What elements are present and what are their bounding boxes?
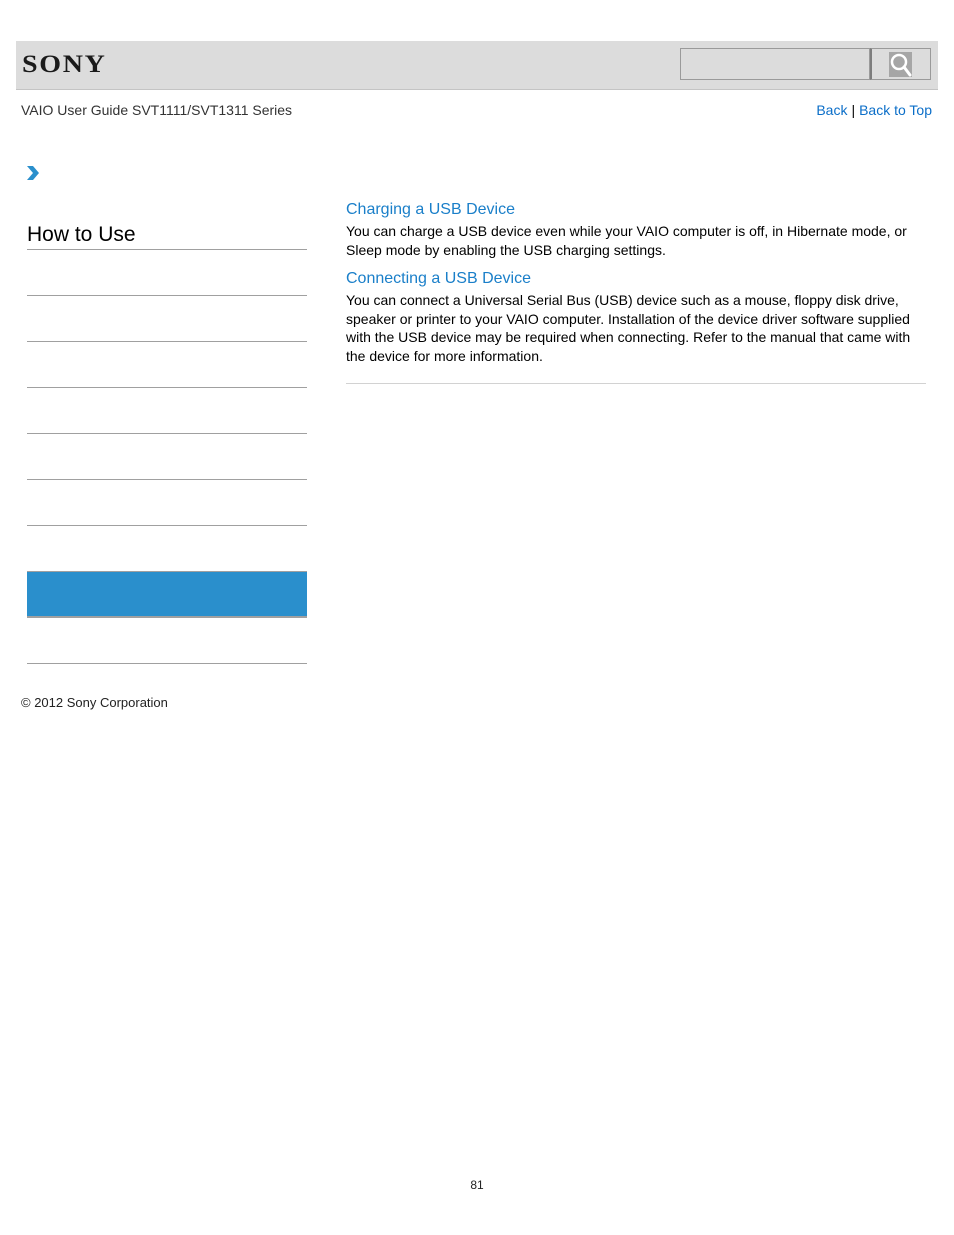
- section-description: You can charge a USB device even while y…: [346, 223, 907, 258]
- page-number: 81: [470, 1178, 484, 1192]
- section-description: You can connect a Universal Serial Bus (…: [346, 292, 911, 364]
- sidebar-item[interactable]: [27, 434, 307, 480]
- sidebar-title: How to Use: [27, 218, 307, 250]
- guide-title: VAIO User Guide SVT1111/SVT1311 Series: [21, 102, 293, 118]
- sidebar: How to Use: [27, 218, 307, 664]
- section-connecting: Connecting a USB Device You can connect …: [346, 269, 926, 365]
- sidebar-item[interactable]: [27, 388, 307, 434]
- sidebar-item[interactable]: [27, 618, 307, 664]
- content-divider: [346, 382, 926, 384]
- connecting-usb-device-link[interactable]: Connecting a USB Device: [346, 269, 926, 289]
- magnifier-icon: [889, 52, 912, 77]
- sidebar-item[interactable]: [27, 296, 307, 342]
- header-bar: SONY: [16, 41, 938, 90]
- main-content: Charging a USB Device You can charge a U…: [346, 200, 926, 384]
- sony-logo: SONY: [22, 51, 107, 78]
- search-input[interactable]: [680, 48, 870, 80]
- copyright: © 2012 Sony Corporation: [21, 695, 168, 710]
- section-charging: Charging a USB Device You can charge a U…: [346, 200, 926, 259]
- back-link[interactable]: Back: [816, 102, 847, 118]
- search-button[interactable]: [870, 48, 931, 80]
- sidebar-item[interactable]: [27, 250, 307, 296]
- link-separator: |: [851, 102, 856, 118]
- sidebar-item-active[interactable]: [27, 572, 307, 618]
- sidebar-item[interactable]: [27, 480, 307, 526]
- chevron-right-icon[interactable]: [26, 165, 40, 181]
- sidebar-item[interactable]: [27, 342, 307, 388]
- top-links: Back | Back to Top: [816, 102, 932, 118]
- sidebar-item[interactable]: [27, 526, 307, 572]
- charging-usb-device-link[interactable]: Charging a USB Device: [346, 200, 926, 220]
- back-to-top-link[interactable]: Back to Top: [859, 102, 932, 118]
